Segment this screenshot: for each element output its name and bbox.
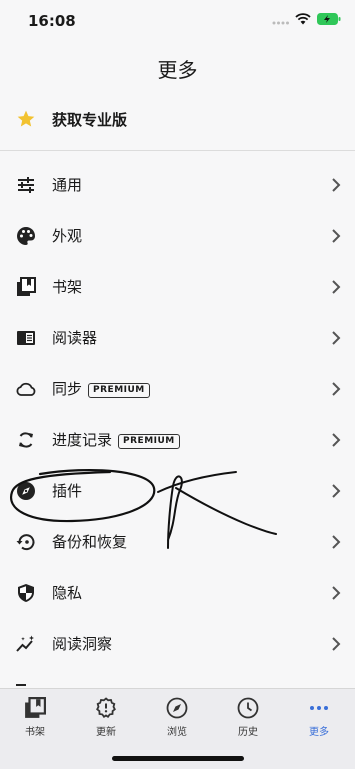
chevron-right-icon xyxy=(332,280,341,294)
status-time: 16:08 xyxy=(28,12,76,30)
star-icon xyxy=(17,110,35,127)
bookshelf-icon xyxy=(25,697,46,718)
menu-item-label: 阅读洞察 xyxy=(52,635,113,653)
status-bar: 16:08 xyxy=(0,0,355,44)
tab-history[interactable]: 历史 xyxy=(218,697,278,738)
get-pro-row[interactable]: 获取专业版 xyxy=(0,98,355,142)
chevron-right-icon xyxy=(332,331,341,345)
tab-label: 书架 xyxy=(25,727,45,738)
restore-icon xyxy=(16,534,35,551)
premium-badge: PREMIUM xyxy=(118,434,180,449)
more-dots-icon xyxy=(310,706,328,710)
alert-badge-icon xyxy=(96,697,116,719)
menu-item-label: 外观 xyxy=(52,227,83,245)
tab-label: 浏览 xyxy=(167,727,187,738)
menu-item-label: 进度记录 PREMIUM xyxy=(52,430,180,450)
chevron-right-icon xyxy=(332,433,341,447)
chevron-right-icon xyxy=(332,178,341,192)
chevron-right-icon xyxy=(332,484,341,498)
chevron-right-icon xyxy=(332,229,341,243)
menu-item-plugins[interactable]: 插件 xyxy=(0,466,355,517)
compass-icon xyxy=(17,482,35,500)
tab-label: 更新 xyxy=(96,727,116,738)
shield-icon xyxy=(18,584,34,602)
menu-item-sync[interactable]: 同步 PREMIUM xyxy=(0,364,355,415)
tab-browse[interactable]: 浏览 xyxy=(147,697,207,738)
page-title: 更多 xyxy=(157,58,198,82)
menu-item-label: 插件 xyxy=(52,482,83,500)
menu-item-appearance[interactable]: 外观 xyxy=(0,211,355,262)
menu-item-label: 通用 xyxy=(52,176,83,194)
menu-item-label: 隐私 xyxy=(52,584,83,602)
menu-item-general[interactable]: 通用 xyxy=(0,160,355,211)
tab-bookshelf[interactable]: 书架 xyxy=(5,697,65,738)
insights-icon xyxy=(16,635,34,652)
bookshelf-icon xyxy=(17,277,36,296)
divider xyxy=(0,150,355,151)
menu-item-label: 同步 PREMIUM xyxy=(52,379,150,399)
menu-item-label: 书架 xyxy=(52,278,83,296)
tab-more[interactable]: 更多 xyxy=(289,697,349,738)
cloud-icon xyxy=(16,382,36,396)
palette-icon xyxy=(17,226,36,245)
partial-next-item-icon xyxy=(16,684,26,686)
clock-icon xyxy=(237,697,259,719)
signal-icon xyxy=(272,21,289,25)
menu-item-progress-tracking[interactable]: 进度记录 PREMIUM xyxy=(0,415,355,466)
sync-arrows-icon xyxy=(19,432,33,448)
menu-item-reading-insights[interactable]: 阅读洞察 xyxy=(0,619,355,670)
menu-item-privacy[interactable]: 隐私 xyxy=(0,568,355,619)
menu-item-backup-restore[interactable]: 备份和恢复 xyxy=(0,517,355,568)
chevron-right-icon xyxy=(332,535,341,549)
menu-item-bookshelf[interactable]: 书架 xyxy=(0,262,355,313)
tab-updates[interactable]: 更新 xyxy=(76,697,136,738)
get-pro-label: 获取专业版 xyxy=(52,111,128,129)
menu-item-label: 阅读器 xyxy=(52,329,98,347)
tab-label: 历史 xyxy=(238,727,258,738)
home-indicator xyxy=(112,756,244,761)
wifi-icon xyxy=(295,13,311,25)
compass-icon xyxy=(166,697,188,719)
menu-item-reader[interactable]: 阅读器 xyxy=(0,313,355,364)
chevron-right-icon xyxy=(332,586,341,600)
chevron-right-icon xyxy=(332,382,341,396)
reader-icon xyxy=(17,331,35,345)
chevron-right-icon xyxy=(332,637,341,651)
menu-item-label: 备份和恢复 xyxy=(52,533,128,551)
sliders-icon xyxy=(18,177,34,193)
premium-badge: PREMIUM xyxy=(88,383,150,398)
tab-label: 更多 xyxy=(309,727,329,738)
status-icons xyxy=(271,13,341,25)
battery-charging-icon xyxy=(317,13,341,25)
